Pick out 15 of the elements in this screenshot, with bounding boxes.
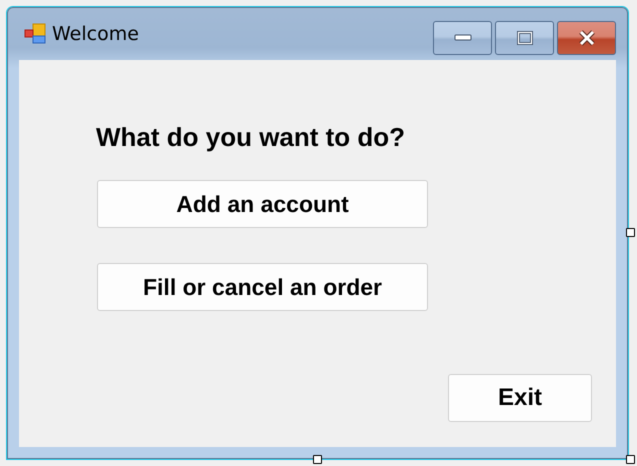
prompt-text: What do you want to do? <box>96 122 406 153</box>
maximize-icon <box>516 31 532 45</box>
maximize-button[interactable] <box>495 21 554 55</box>
window-title: Welcome <box>52 23 140 45</box>
exit-button[interactable]: Exit <box>448 374 592 422</box>
resize-handle[interactable] <box>313 455 322 464</box>
minimize-icon <box>454 34 472 42</box>
action-button[interactable]: Fill or cancel an order <box>97 263 428 311</box>
resize-handle[interactable] <box>626 455 635 464</box>
app-icon <box>24 23 46 45</box>
resize-handle[interactable] <box>626 228 635 237</box>
close-button[interactable] <box>557 21 616 55</box>
close-icon <box>578 30 596 46</box>
minimize-button[interactable] <box>433 21 492 55</box>
action-button[interactable]: Add an account <box>97 180 428 228</box>
